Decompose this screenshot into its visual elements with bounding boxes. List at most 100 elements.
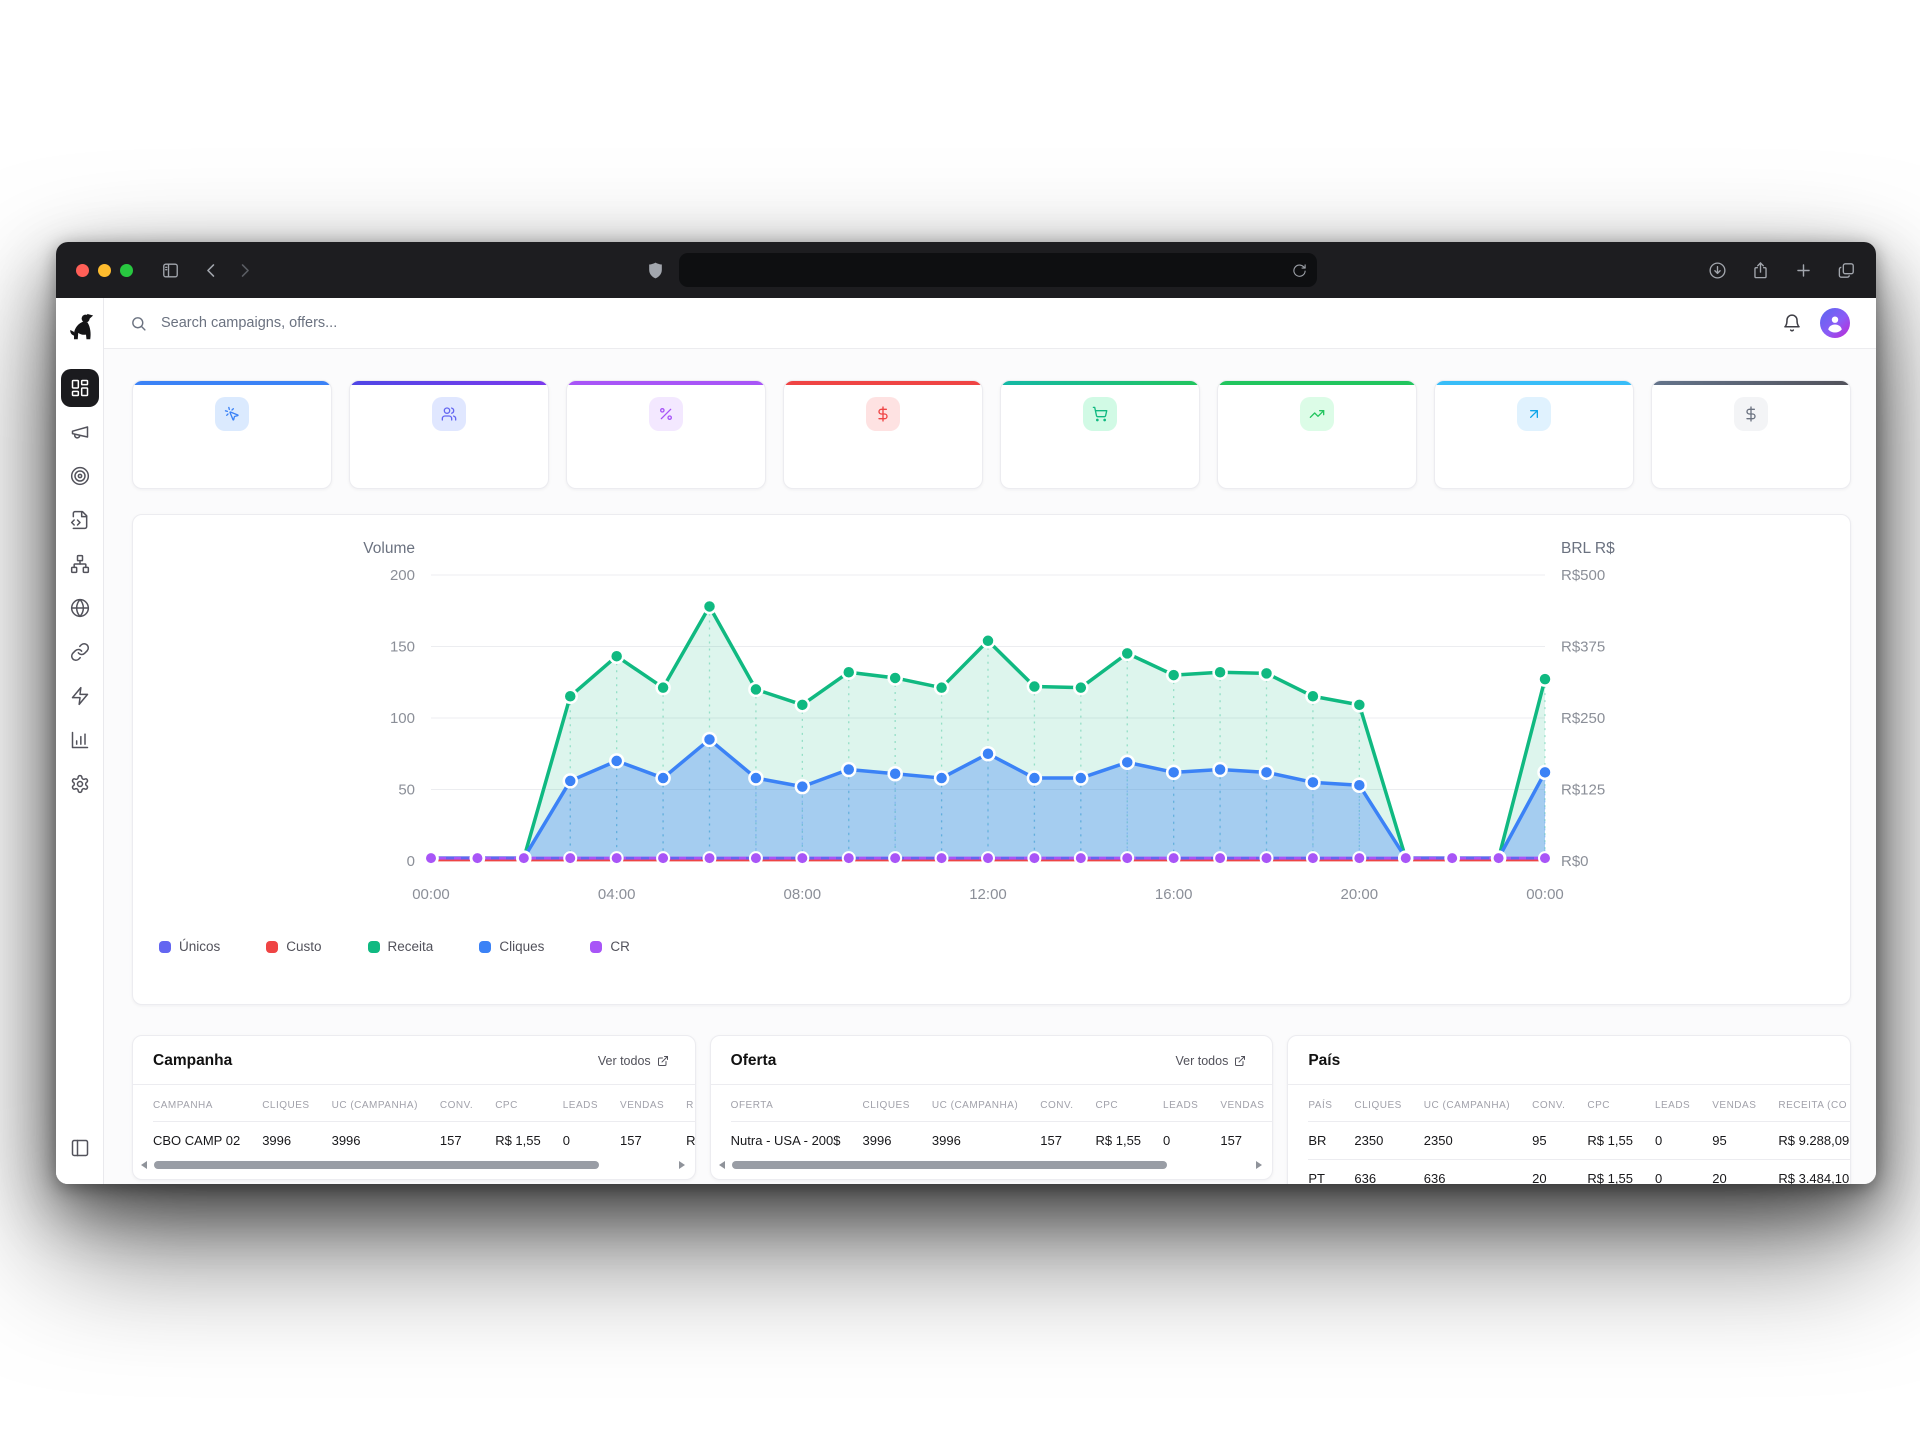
- new-tab-button[interactable]: [1794, 261, 1813, 280]
- svg-text:100: 100: [390, 710, 415, 727]
- stat-accent-bar: [1652, 381, 1850, 385]
- stat-accent-bar: [784, 381, 982, 385]
- legend-item-custo[interactable]: Custo: [266, 939, 321, 954]
- stat-card-únicos: [349, 380, 549, 489]
- minimize-button[interactable]: [98, 264, 111, 277]
- table-title: Oferta: [731, 1052, 777, 1070]
- table-cell: 3996: [932, 1122, 1040, 1160]
- scroll-left-arrow[interactable]: [719, 1161, 725, 1169]
- target-icon: [70, 466, 90, 486]
- legend-swatch: [479, 941, 491, 953]
- column-header: CLIQUES: [863, 1085, 932, 1122]
- percent-icon: [649, 397, 683, 431]
- stat-card-epc: [1651, 380, 1851, 489]
- downloads-button[interactable]: [1708, 261, 1727, 280]
- sidebar-item-file-code[interactable]: [61, 501, 99, 539]
- sidebar-item-target[interactable]: [61, 457, 99, 495]
- back-button[interactable]: [202, 261, 221, 280]
- chart-svg: 050100150200R$0R$125R$250R$375R$500Volum…: [133, 531, 1850, 931]
- column-header: CPC: [495, 1085, 563, 1122]
- scroll-left-arrow[interactable]: [141, 1161, 147, 1169]
- sidebar-item-zap[interactable]: [61, 677, 99, 715]
- scrollbar-track[interactable]: [732, 1161, 1250, 1169]
- avatar[interactable]: [1820, 308, 1850, 338]
- table-cell: BR: [1308, 1122, 1354, 1160]
- stat-card-lucro: [1217, 380, 1417, 489]
- ver-todos-link[interactable]: Ver todos: [1170, 1053, 1253, 1069]
- table-cell: 95: [1532, 1122, 1587, 1160]
- app-shell: 050100150200R$0R$125R$250R$375R$500Volum…: [56, 298, 1876, 1184]
- sidebar-item-network[interactable]: [61, 545, 99, 583]
- legend-label: Únicos: [179, 939, 220, 954]
- scrollbar-thumb[interactable]: [732, 1161, 1167, 1169]
- legend-item-cr[interactable]: CR: [590, 939, 630, 954]
- table-cell: 0: [1655, 1160, 1712, 1185]
- horizontal-scrollbar[interactable]: [133, 1159, 695, 1179]
- table-cell: R$ 1,55: [1587, 1122, 1655, 1160]
- column-header: OFERTA: [731, 1085, 863, 1122]
- table-cell: 3996: [262, 1122, 331, 1160]
- sidebar-item-megaphone[interactable]: [61, 413, 99, 451]
- globe-icon: [70, 598, 90, 618]
- sidebar-item-settings[interactable]: [61, 765, 99, 803]
- zoom-button[interactable]: [120, 264, 133, 277]
- stat-accent-bar: [350, 381, 548, 385]
- svg-text:150: 150: [390, 639, 415, 656]
- stat-accent-bar: [1218, 381, 1416, 385]
- reload-button[interactable]: [1292, 263, 1307, 278]
- table-title: Campanha: [153, 1052, 232, 1070]
- table-card-pais: PaísPAÍSCLIQUESUC (CAMPANHA)CONV.CPCLEAD…: [1287, 1035, 1851, 1184]
- legend-item-únicos[interactable]: Únicos: [159, 939, 220, 954]
- stat-accent-bar: [133, 381, 331, 385]
- svg-text:04:00: 04:00: [598, 886, 636, 903]
- sidebar-collapse-button[interactable]: [61, 1129, 99, 1167]
- legend-swatch: [159, 941, 171, 953]
- legend-item-cliques[interactable]: Cliques: [479, 939, 544, 954]
- scroll-right-arrow[interactable]: [1256, 1161, 1262, 1169]
- horizontal-scrollbar[interactable]: [711, 1159, 1273, 1179]
- external-link-icon: [657, 1055, 669, 1067]
- table-cell: 636: [1354, 1160, 1423, 1185]
- column-header: LEADS: [1163, 1085, 1220, 1122]
- stats-row: [132, 380, 1851, 489]
- sidebar-item-bar-chart[interactable]: [61, 721, 99, 759]
- sidebar-item-link[interactable]: [61, 633, 99, 671]
- close-button[interactable]: [76, 264, 89, 277]
- legend-item-receita[interactable]: Receita: [368, 939, 434, 954]
- sidebar-item-globe[interactable]: [61, 589, 99, 627]
- table-cell: 636: [1424, 1160, 1532, 1185]
- stat-card-cr: [566, 380, 766, 489]
- traffic-lights: [76, 264, 133, 277]
- sidebar-item-dashboard[interactable]: [61, 369, 99, 407]
- url-bar[interactable]: [679, 253, 1317, 287]
- table-cell: R$ 1,55: [1096, 1122, 1164, 1160]
- column-header: VENDAS: [1712, 1085, 1778, 1122]
- forward-button[interactable]: [235, 261, 254, 280]
- svg-text:BRL R$: BRL R$: [1561, 540, 1615, 557]
- scrollbar-track[interactable]: [154, 1161, 672, 1169]
- column-header: LEADS: [1655, 1085, 1712, 1122]
- share-button[interactable]: [1751, 261, 1770, 280]
- stat-accent-bar: [567, 381, 765, 385]
- ver-todos-link[interactable]: Ver todos: [592, 1053, 675, 1069]
- search-input[interactable]: [159, 314, 1764, 332]
- table-cell: PT: [1308, 1160, 1354, 1185]
- table-cell: 20: [1532, 1160, 1587, 1185]
- notifications-button[interactable]: [1776, 312, 1808, 334]
- sidebar: [56, 298, 104, 1184]
- column-header: VENDAS: [1220, 1085, 1272, 1122]
- settings-icon: [70, 774, 90, 794]
- tab-overview-button[interactable]: [1837, 261, 1856, 280]
- scroll-right-arrow[interactable]: [679, 1161, 685, 1169]
- table-cell: 0: [1655, 1122, 1712, 1160]
- search-icon: [130, 315, 147, 332]
- svg-text:R$0: R$0: [1561, 853, 1589, 870]
- shield-icon: [646, 261, 665, 280]
- column-header: RECEITA (CO: [1778, 1085, 1850, 1122]
- table-cell: 0: [1163, 1122, 1220, 1160]
- table-cell: R$ 1,55: [1587, 1160, 1655, 1185]
- sidebar-toggle-icon[interactable]: [161, 261, 180, 280]
- table-cell: 0: [563, 1122, 620, 1160]
- table-cell: 2350: [1354, 1122, 1423, 1160]
- scrollbar-thumb[interactable]: [154, 1161, 599, 1169]
